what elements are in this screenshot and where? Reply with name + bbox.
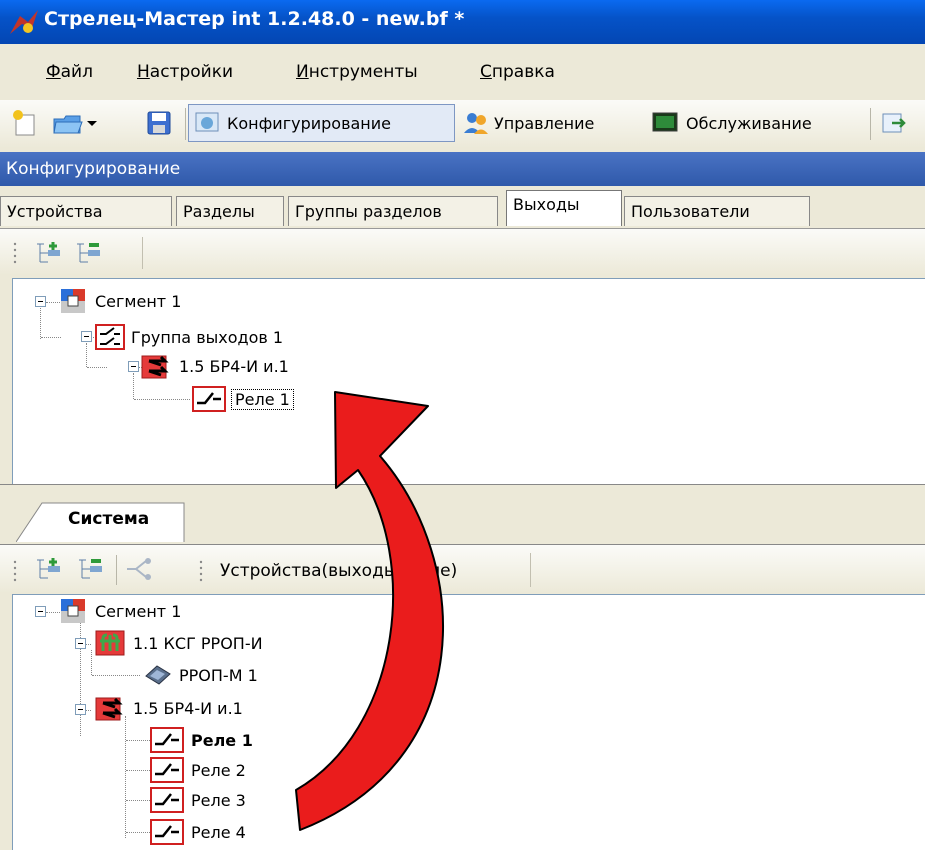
output-group-icon [95,324,125,350]
filter-label[interactable]: Устройства(выходы, реле) [220,561,457,581]
manage-label: Управление [494,113,595,133]
node-label: Реле 4 [191,822,246,842]
users-icon [464,113,488,134]
relay-icon [150,757,184,783]
save-button[interactable] [146,104,180,142]
tab-sections[interactable]: Разделы [176,196,284,226]
relay-block-icon [141,355,169,379]
tab-devices[interactable]: Устройства [0,196,172,226]
segment-icon [61,599,85,623]
exit-button[interactable] [880,104,916,142]
menu-settings[interactable]: Настройки [137,62,233,82]
menu-bar: Файл Настройки Инструменты Справка [0,44,925,94]
collapse-toggle[interactable] [35,296,46,307]
toolbar-separator [116,555,117,585]
open-folder-icon [53,115,83,134]
grip-handle-icon [13,560,17,582]
tree-node-rrop[interactable]: РРОП-М 1 [143,662,258,688]
manage-button[interactable]: Управление [462,104,642,142]
tree-node-relay-3[interactable]: Реле 3 [149,787,246,813]
app-icon [10,10,38,34]
node-label: Сегмент 1 [95,601,182,621]
tab-section-groups[interactable]: Группы разделов [288,196,498,226]
collapse-toggle[interactable] [81,331,92,342]
node-label: 1.5 БР4-И и.1 [179,356,289,376]
service-button[interactable]: Обслуживание [650,104,860,142]
remove-node-icon[interactable] [76,556,106,582]
tree-node-segment[interactable]: Сегмент 1 [59,598,181,624]
tree-node-relay-2[interactable]: Реле 2 [149,757,246,783]
system-toolbar: Устройства(выходы, реле) [0,544,925,593]
tree-node-ksg[interactable]: 1.1 КСГ РРОП-И [95,630,263,656]
outputs-tree: Сегмент 1 Группа выходов 1 1.5 БР4-И и.1… [12,278,925,486]
tab-system[interactable]: Система [16,500,186,542]
relay-icon [192,386,226,412]
node-label: Реле 1 [231,388,294,410]
configure-icon [195,112,219,132]
tree-node-relay-1[interactable]: Реле 1 [149,727,253,753]
grip-handle-icon [199,560,203,582]
node-label: РРОП-М 1 [179,665,258,685]
relay-block-icon [95,697,123,721]
toolbar-separator [185,108,186,140]
menu-help[interactable]: Справка [480,62,555,82]
dropdown-arrow-icon [87,121,97,126]
section-header: Конфигурирование [0,152,925,186]
relay-icon [150,819,184,845]
open-file-button[interactable] [52,104,110,142]
tree-node-device[interactable]: 1.5 БР4-И и.1 [95,695,243,721]
collapse-toggle[interactable] [35,606,46,617]
tree-node-relay-4[interactable]: Реле 4 [149,819,246,845]
collapse-toggle[interactable] [128,361,139,372]
service-label: Обслуживание [686,113,812,133]
menu-file[interactable]: Файл [46,62,93,82]
add-node-icon[interactable] [34,556,64,582]
add-node-icon[interactable] [34,240,64,266]
section-title: Конфигурирование [6,159,181,179]
new-file-icon [13,110,35,136]
tree-node-output-group[interactable]: Группа выходов 1 [95,324,283,350]
tab-system-label: Система [68,509,150,529]
node-label: 1.1 КСГ РРОП-И [133,633,263,653]
segment-icon [61,289,85,313]
tree-node-segment[interactable]: Сегмент 1 [59,288,181,314]
configure-label: Конфигурирование [227,113,391,133]
configure-button[interactable]: Конфигурирование [188,104,455,142]
tab-strip: Устройства Разделы Группы разделов Выход… [0,188,925,228]
menu-tools[interactable]: Инструменты [296,62,418,82]
outputs-toolbar [0,228,925,275]
node-label: Группа выходов 1 [131,327,284,347]
node-label: Реле 3 [191,790,246,810]
toolbar-separator [870,108,871,140]
title-bar: Стрелец-Мастер int 1.2.48.0 - new.bf * [0,0,925,44]
collapse-toggle[interactable] [75,704,86,715]
ksg-device-icon [95,630,125,656]
tab-users[interactable]: Пользователи [624,196,810,226]
relay-icon [150,787,184,813]
node-label: Реле 2 [191,760,246,780]
radio-module-icon [145,665,171,685]
filter-group: Устройства(выходы, реле) [170,553,531,587]
collapse-toggle[interactable] [75,638,86,649]
outputs-toolbar-group [12,237,143,269]
node-label: Сегмент 1 [95,291,182,311]
monitor-icon [652,112,678,132]
node-label: 1.5 БР4-И и.1 [133,698,243,718]
tab-outputs[interactable]: Выходы [506,190,622,226]
node-label: Реле 1 [191,730,253,750]
tree-node-device[interactable]: 1.5 БР4-И и.1 [141,353,289,379]
exit-icon [882,113,906,133]
relay-icon [150,727,184,753]
new-file-button[interactable] [10,104,48,142]
link-icon[interactable] [124,556,154,582]
system-tree: Сегмент 1 1.1 КСГ РРОП-И РРОП-М 1 1.5 БР… [12,594,925,850]
save-icon [147,111,171,135]
main-toolbar: Конфигурирование Управление Обслуживание [0,100,925,148]
remove-node-icon[interactable] [74,240,104,266]
tree-node-relay[interactable]: Реле 1 [191,386,294,412]
window-title: Стрелец-Мастер int 1.2.48.0 - new.bf * [44,8,465,30]
grip-handle-icon [13,242,17,264]
